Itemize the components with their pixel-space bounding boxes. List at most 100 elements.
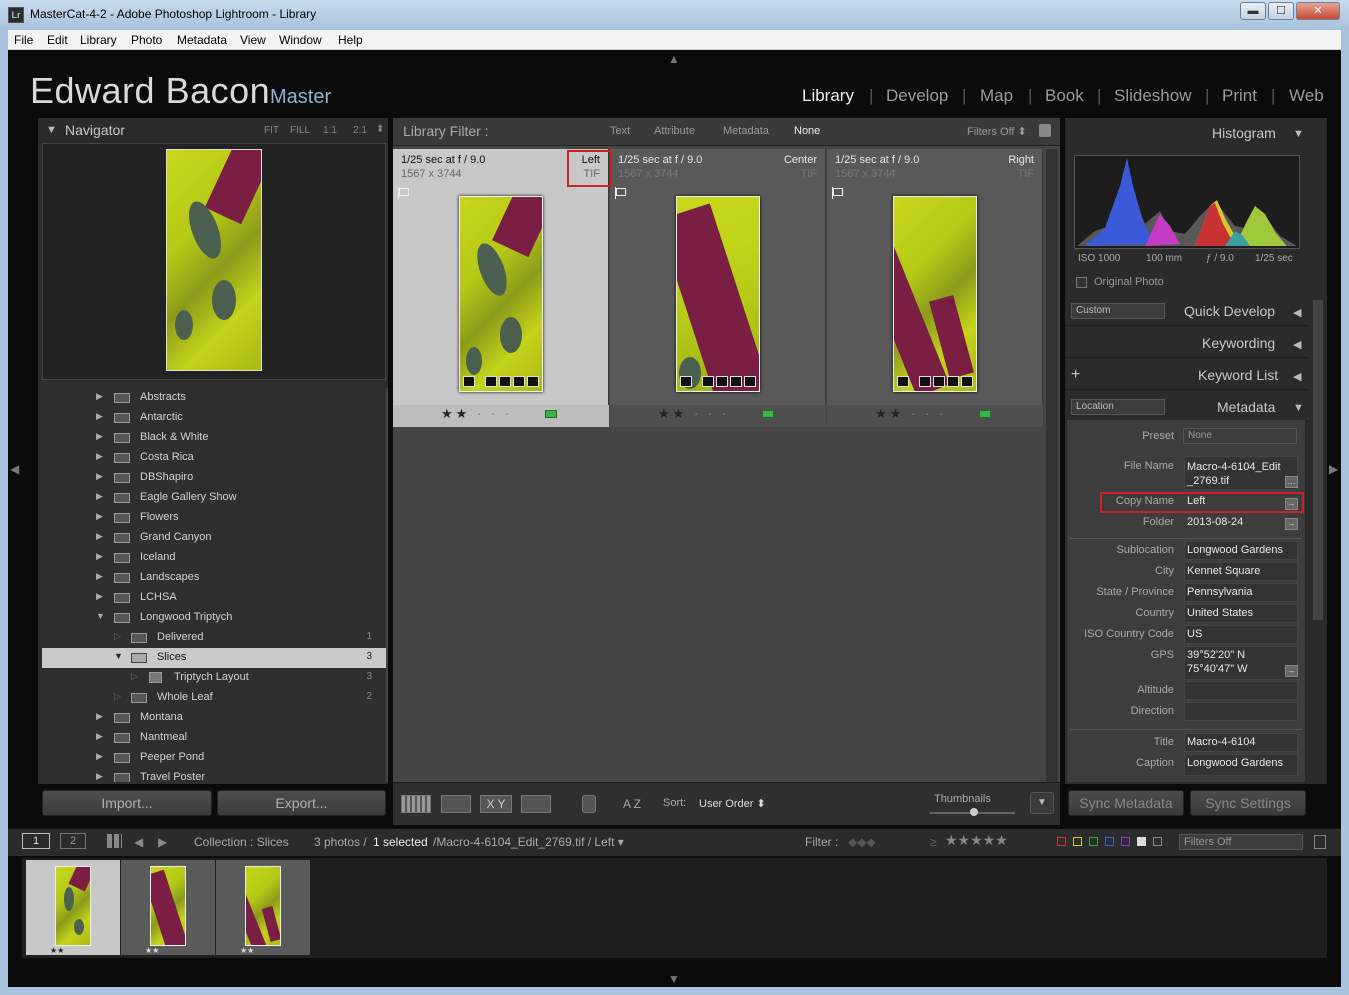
menu-window[interactable]: Window [279,33,322,47]
main-window-button[interactable]: 1 [22,833,50,849]
bottom-panel-toggle-icon[interactable]: ▼ [668,972,680,986]
flag-icon[interactable] [832,187,843,199]
quick-develop-title[interactable]: Quick Develop [1184,303,1275,319]
zoom-fit[interactable]: FIT [264,125,279,136]
photo-thumbnail[interactable] [459,196,543,392]
metadata-preset-select[interactable]: None [1183,428,1297,444]
collection-row-selected[interactable]: ▼ Slices 3 [42,648,386,668]
filmstrip-cell[interactable]: ★★ [216,860,310,955]
collapse-triangle-icon[interactable]: ▼ [1293,402,1304,414]
filter-text[interactable]: Text [610,125,630,137]
keywording-title[interactable]: Keywording [1202,335,1275,351]
filmstrip-filter-select[interactable]: Filters Off [1179,834,1303,850]
top-panel-toggle-icon[interactable]: ▲ [668,52,680,66]
loupe-view-icon[interactable] [441,795,471,813]
custom-label-filter[interactable] [1137,837,1146,846]
altitude-field[interactable] [1184,681,1298,700]
collapse-triangle-icon[interactable]: ▼ [46,124,57,136]
develop-adjust-icon[interactable] [680,376,692,387]
module-develop[interactable]: Develop [886,86,948,106]
zoom-2-1[interactable]: 2:1 [353,125,367,136]
toolbar-menu-chevron-down-icon[interactable]: ▼ [1030,792,1054,814]
star-rating[interactable]: ★★ · · · [441,406,512,422]
collection-set-row[interactable]: ▶ Travel Poster [42,768,386,782]
filter-metadata[interactable]: Metadata [723,125,769,137]
zoom-fill[interactable]: FILL [290,125,310,136]
sort-direction-icon[interactable]: A Z [623,797,641,811]
direction-field[interactable] [1184,702,1298,721]
collection-set-row[interactable]: ▶ Abstracts [42,388,386,408]
yellow-label-filter[interactable] [1073,837,1082,846]
navigator-header[interactable]: ▼ Navigator FIT FILL 1:1 2:1 ⬍ [38,118,388,142]
source-path[interactable]: Collection : Slices [194,835,289,849]
sort-select[interactable]: User Order ⬍ [699,797,766,810]
keyword-icon[interactable] [702,376,714,387]
filmstrip-thumbnail[interactable] [55,866,91,946]
red-label-filter[interactable] [1057,837,1066,846]
grid-cell[interactable]: 1/25 sec at f / 9.0 1567 x 3744 Center T… [610,149,826,427]
navigator-image[interactable] [166,149,262,371]
menu-metadata[interactable]: Metadata [177,33,227,47]
quick-develop-preset-select[interactable]: Custom [1071,303,1165,319]
flag-filter-icons[interactable]: ◆◆◆ [848,835,876,849]
keyword-icon[interactable] [485,376,497,387]
collection-set-row[interactable]: ▶ Iceland [42,548,386,568]
filmstrip-thumbnail[interactable] [245,866,281,946]
collection-set-row[interactable]: ▶ Nantmeal [42,728,386,748]
collection-set-row[interactable]: ▶ Flowers [42,508,386,528]
folder-go-icon[interactable]: → [1285,518,1298,530]
crop-icon[interactable] [744,376,756,387]
expand-triangle-icon[interactable]: ◀ [1293,370,1301,383]
comment-icon[interactable] [933,376,945,387]
no-label-filter[interactable] [1153,837,1162,846]
collection-set-row[interactable]: ▶ Black & White [42,428,386,448]
crop-icon[interactable] [961,376,973,387]
keyword-list-title[interactable]: Keyword List [1198,367,1278,383]
zoom-1-1[interactable]: 1:1 [323,125,337,136]
collection-set-row[interactable]: ▶ LCHSA [42,588,386,608]
histogram-display[interactable] [1074,155,1300,249]
photo-thumbnail[interactable] [676,196,760,392]
module-print[interactable]: Print [1222,86,1257,106]
star-rating[interactable]: ★★ · · · [658,406,729,422]
histogram-collapse-icon[interactable]: ▼ [1293,128,1304,140]
menu-help[interactable]: Help [338,33,363,47]
rating-filter-stars[interactable]: ★★★★★ [945,832,1008,849]
collection-row[interactable]: ▷ Delivered 1 [42,628,386,648]
menu-library[interactable]: Library [80,33,117,47]
comment-icon[interactable] [716,376,728,387]
collection-row[interactable]: ▷ Whole Leaf 2 [42,688,386,708]
crop-icon[interactable] [527,376,539,387]
develop-adjust-icon[interactable] [897,376,909,387]
grid-cell[interactable]: 1/25 sec at f / 9.0 1567 x 3744 Left TIF… [393,149,609,427]
grid-scrollbar[interactable] [1046,149,1058,782]
collection-icon[interactable] [730,376,742,387]
maximize-button[interactable]: ☐ [1268,2,1294,20]
module-library[interactable]: Library [802,86,854,106]
collection-row[interactable]: ▷ Triptych Layout 3 [42,668,386,688]
grid-icon[interactable] [107,834,122,848]
filmstrip-thumbnail[interactable] [150,866,186,946]
minimize-button[interactable]: ▬ [1240,2,1266,20]
filmstrip-cell[interactable]: ★★ [26,860,120,955]
right-panel-toggle-icon[interactable]: ▶ [1329,462,1338,476]
grid-view-icon[interactable] [401,795,431,813]
thumbnail-slider-knob[interactable] [970,808,978,816]
blue-label-filter[interactable] [1105,837,1114,846]
module-web[interactable]: Web [1289,86,1324,106]
menu-photo[interactable]: Photo [131,33,162,47]
sync-metadata-button[interactable]: Sync Metadata [1068,790,1184,816]
original-photo-checkbox[interactable] [1076,277,1087,288]
filter-attribute[interactable]: Attribute [654,125,695,137]
collection-icon[interactable] [947,376,959,387]
close-button[interactable]: ✕ [1296,2,1340,20]
survey-view-icon[interactable] [521,795,551,813]
module-slideshow[interactable]: Slideshow [1114,86,1192,106]
collection-set-row[interactable]: ▶ Antarctic [42,408,386,428]
color-label-green[interactable] [762,410,774,418]
import-button[interactable]: Import... [42,790,212,816]
right-panel-scrollbar[interactable] [1313,300,1323,620]
flag-icon[interactable] [615,187,626,199]
back-arrow-icon[interactable]: ◀ [134,835,143,849]
menu-edit[interactable]: Edit [47,33,68,47]
